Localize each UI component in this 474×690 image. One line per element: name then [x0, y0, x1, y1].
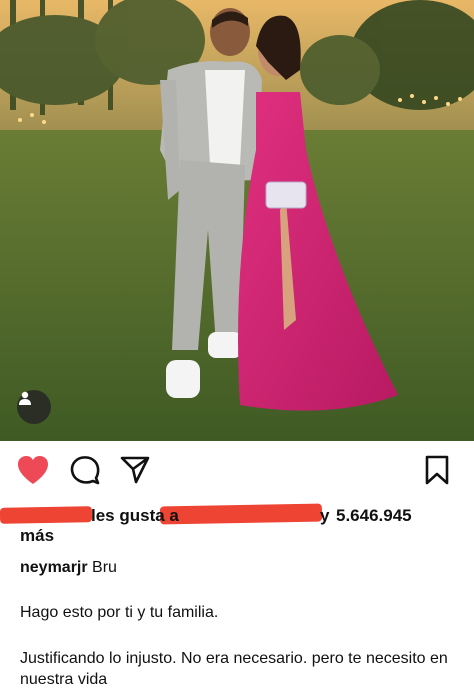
caption-text: Bru — [92, 559, 117, 576]
redaction-mark — [0, 506, 93, 524]
bookmark-icon — [425, 455, 449, 485]
likes-count: 5.646.945 — [336, 506, 412, 525]
likes-connector: y — [320, 506, 330, 525]
user-tag-button[interactable] — [17, 390, 51, 424]
likes-prefix: les gusta a — [91, 506, 179, 525]
redaction-mark — [159, 503, 323, 525]
username-link[interactable]: neymarjr — [20, 559, 88, 576]
user-tag-icon — [19, 391, 31, 405]
post-caption: neymarjr Bru — [20, 557, 460, 578]
post-photo[interactable] — [0, 0, 474, 441]
save-button[interactable] — [424, 454, 450, 491]
share-button[interactable] — [119, 454, 151, 491]
couple-photo-illustration — [0, 0, 474, 441]
heart-icon — [18, 456, 48, 484]
caption-line: Justificando lo injusto. No era necesari… — [20, 650, 448, 688]
like-button[interactable] — [16, 454, 50, 491]
comment-icon — [70, 456, 100, 485]
likes-suffix: más — [20, 526, 55, 545]
caption-line: Hago esto por ti y tu familia. — [20, 604, 219, 621]
comment-button[interactable] — [70, 454, 100, 491]
send-icon — [120, 456, 150, 484]
